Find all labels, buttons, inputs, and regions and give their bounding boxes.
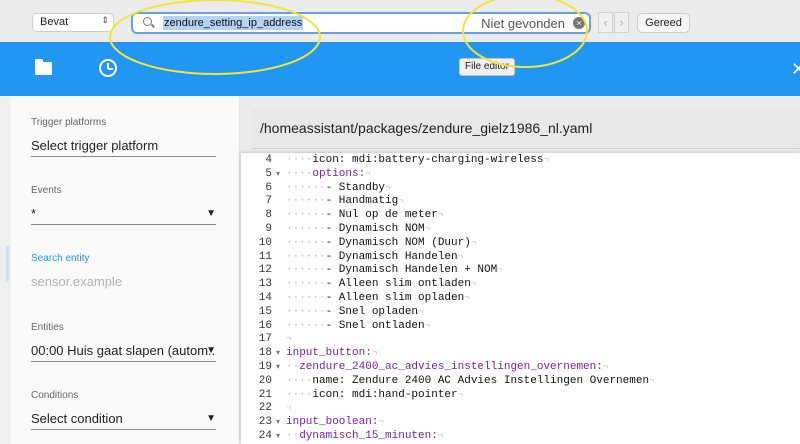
clear-search-icon[interactable]: × [573, 17, 585, 29]
line-number: 24 [258, 430, 272, 442]
trigger-platforms-field: Trigger platforms Select trigger platfor… [31, 117, 216, 157]
line-number: 23 [258, 416, 272, 429]
line-number: 7 [265, 195, 272, 208]
code-text: input_button:¬ [286, 347, 378, 360]
left-strip [0, 96, 11, 444]
search-entity-input[interactable]: sensor.example [31, 274, 216, 293]
folder-icon[interactable] [35, 59, 52, 75]
find-done-button[interactable]: Gereed [637, 13, 690, 33]
file-editor-tooltip: File editor [459, 58, 515, 76]
code-text: ······- Snel ontladen¬ [286, 319, 431, 332]
line-number: 21 [258, 388, 272, 401]
find-query-text[interactable]: zendure_setting_ip_address [163, 16, 304, 30]
dropdown-arrow-icon: ▼ [206, 413, 216, 424]
history-icon[interactable] [99, 59, 117, 77]
line-number: 13 [258, 278, 272, 291]
trigger-platform-value: Select trigger platform [31, 138, 159, 153]
fold-arrow-icon[interactable]: ▾ [276, 361, 280, 375]
trigger-platforms-label: Trigger platforms [31, 117, 107, 128]
app-toolbar: ✕ [0, 42, 800, 96]
entities-field: Entities 00:00 Huis gaat slapen (autom..… [31, 322, 216, 362]
code-editor[interactable]: 4 ····icon: mdi:battery-charging-wireless… [241, 153, 800, 444]
line-number: 20 [258, 374, 272, 387]
up-down-chevron-icon: ⇕ [101, 15, 109, 25]
chevron-left-icon: ‹ [603, 15, 608, 30]
line-number: 5 [265, 167, 272, 180]
fold-arrow-icon[interactable]: ▾ [276, 347, 280, 361]
line-number: 12 [258, 264, 272, 277]
find-status-text: Niet gevonden [481, 16, 565, 31]
line-number: 16 [258, 319, 272, 332]
line-number: 19 [258, 361, 272, 373]
search-entity-label: Search entity [31, 253, 90, 264]
code-text: ··dynamisch_15_minuten:¬ [286, 430, 444, 442]
conditions-value: Select condition [31, 411, 123, 426]
entities-select[interactable]: 00:00 Huis gaat slapen (autom... ▼ [31, 343, 216, 362]
find-previous-button[interactable]: ‹ [598, 12, 613, 33]
code-text: ····options:¬ [286, 167, 371, 180]
line-number: 10 [258, 236, 272, 249]
code-text: ······- Alleen slim opladen¬ [286, 292, 470, 304]
line-number: 8 [265, 209, 272, 222]
code-text: ······- Dynamisch NOM¬ [286, 223, 431, 235]
code-text: input_boolean:¬ [286, 416, 384, 429]
line-number: 14 [258, 292, 272, 304]
code-text: ¬ [286, 334, 292, 345]
code-text: ······- Handmatig¬ [286, 195, 404, 208]
fold-arrow-icon[interactable]: ▾ [276, 430, 280, 444]
code-text: ······- Dynamisch NOM (Duur)¬ [286, 236, 477, 249]
find-bar: Bevat ⇕ zendure_setting_ip_address Niet … [0, 0, 800, 42]
conditions-select[interactable]: Select condition ▼ [31, 411, 216, 430]
fold-arrow-icon[interactable]: ▾ [276, 416, 280, 430]
entities-label: Entities [31, 322, 64, 333]
line-number: 15 [258, 305, 272, 318]
code-text: ······- Standby¬ [286, 181, 391, 194]
line-number: 6 [265, 181, 272, 194]
code-text: ······- Alleen slim ontladen¬ [286, 278, 477, 291]
dropdown-arrow-icon: ▼ [206, 345, 216, 356]
line-number: 4 [265, 154, 272, 166]
fold-arrow-icon[interactable]: ▾ [276, 168, 280, 182]
line-number: 22 [258, 402, 272, 415]
code-text: ¬ [286, 403, 292, 414]
find-search-field[interactable]: zendure_setting_ip_address Niet gevonden… [131, 12, 591, 34]
code-text: ····icon: mdi:battery-charging-wireless¬ [286, 154, 549, 166]
code-text: ······- Dynamisch Handelen¬ [286, 250, 464, 263]
code-text: ····icon: mdi:hand-pointer¬ [286, 388, 464, 401]
code-text: ····name: Zendure 2400 AC Advies Instell… [286, 374, 655, 387]
close-icon[interactable]: ✕ [791, 59, 800, 80]
find-mode-value: Bevat [40, 16, 69, 28]
search-icon [143, 17, 152, 26]
line-number: 18 [258, 347, 272, 360]
code-text: ······- Dynamisch Handelen + NOM¬ [286, 264, 503, 277]
entities-value: 00:00 Huis gaat slapen (autom... [31, 343, 216, 358]
conditions-field: Conditions Select condition ▼ [31, 390, 216, 430]
line-number: 9 [265, 223, 272, 235]
line-number: 17 [258, 333, 272, 346]
dropdown-arrow-icon: ▼ [206, 208, 216, 219]
find-next-button[interactable]: › [614, 12, 629, 33]
conditions-label: Conditions [31, 390, 79, 401]
line-number: 11 [258, 250, 272, 263]
chevron-right-icon: › [619, 15, 624, 30]
events-value: * [31, 206, 37, 221]
events-select[interactable]: * ▼ [31, 206, 216, 225]
search-entity-field: Search entity sensor.example [31, 253, 216, 293]
strip-highlight [6, 246, 9, 281]
events-label: Events [31, 185, 62, 196]
trigger-platform-select[interactable]: Select trigger platform [31, 138, 216, 157]
code-text: ······- Nul op de meter¬ [286, 209, 444, 222]
events-field: Events * ▼ [31, 185, 216, 225]
file-path-bar: /homeassistant/packages/zendure_gielz198… [252, 109, 800, 149]
code-text: ······- Snel opladen¬ [286, 305, 424, 318]
code-text: ··zendure_2400_ac_advies_instellingen_ov… [286, 361, 609, 373]
find-mode-select[interactable]: Bevat ⇕ [32, 13, 114, 32]
